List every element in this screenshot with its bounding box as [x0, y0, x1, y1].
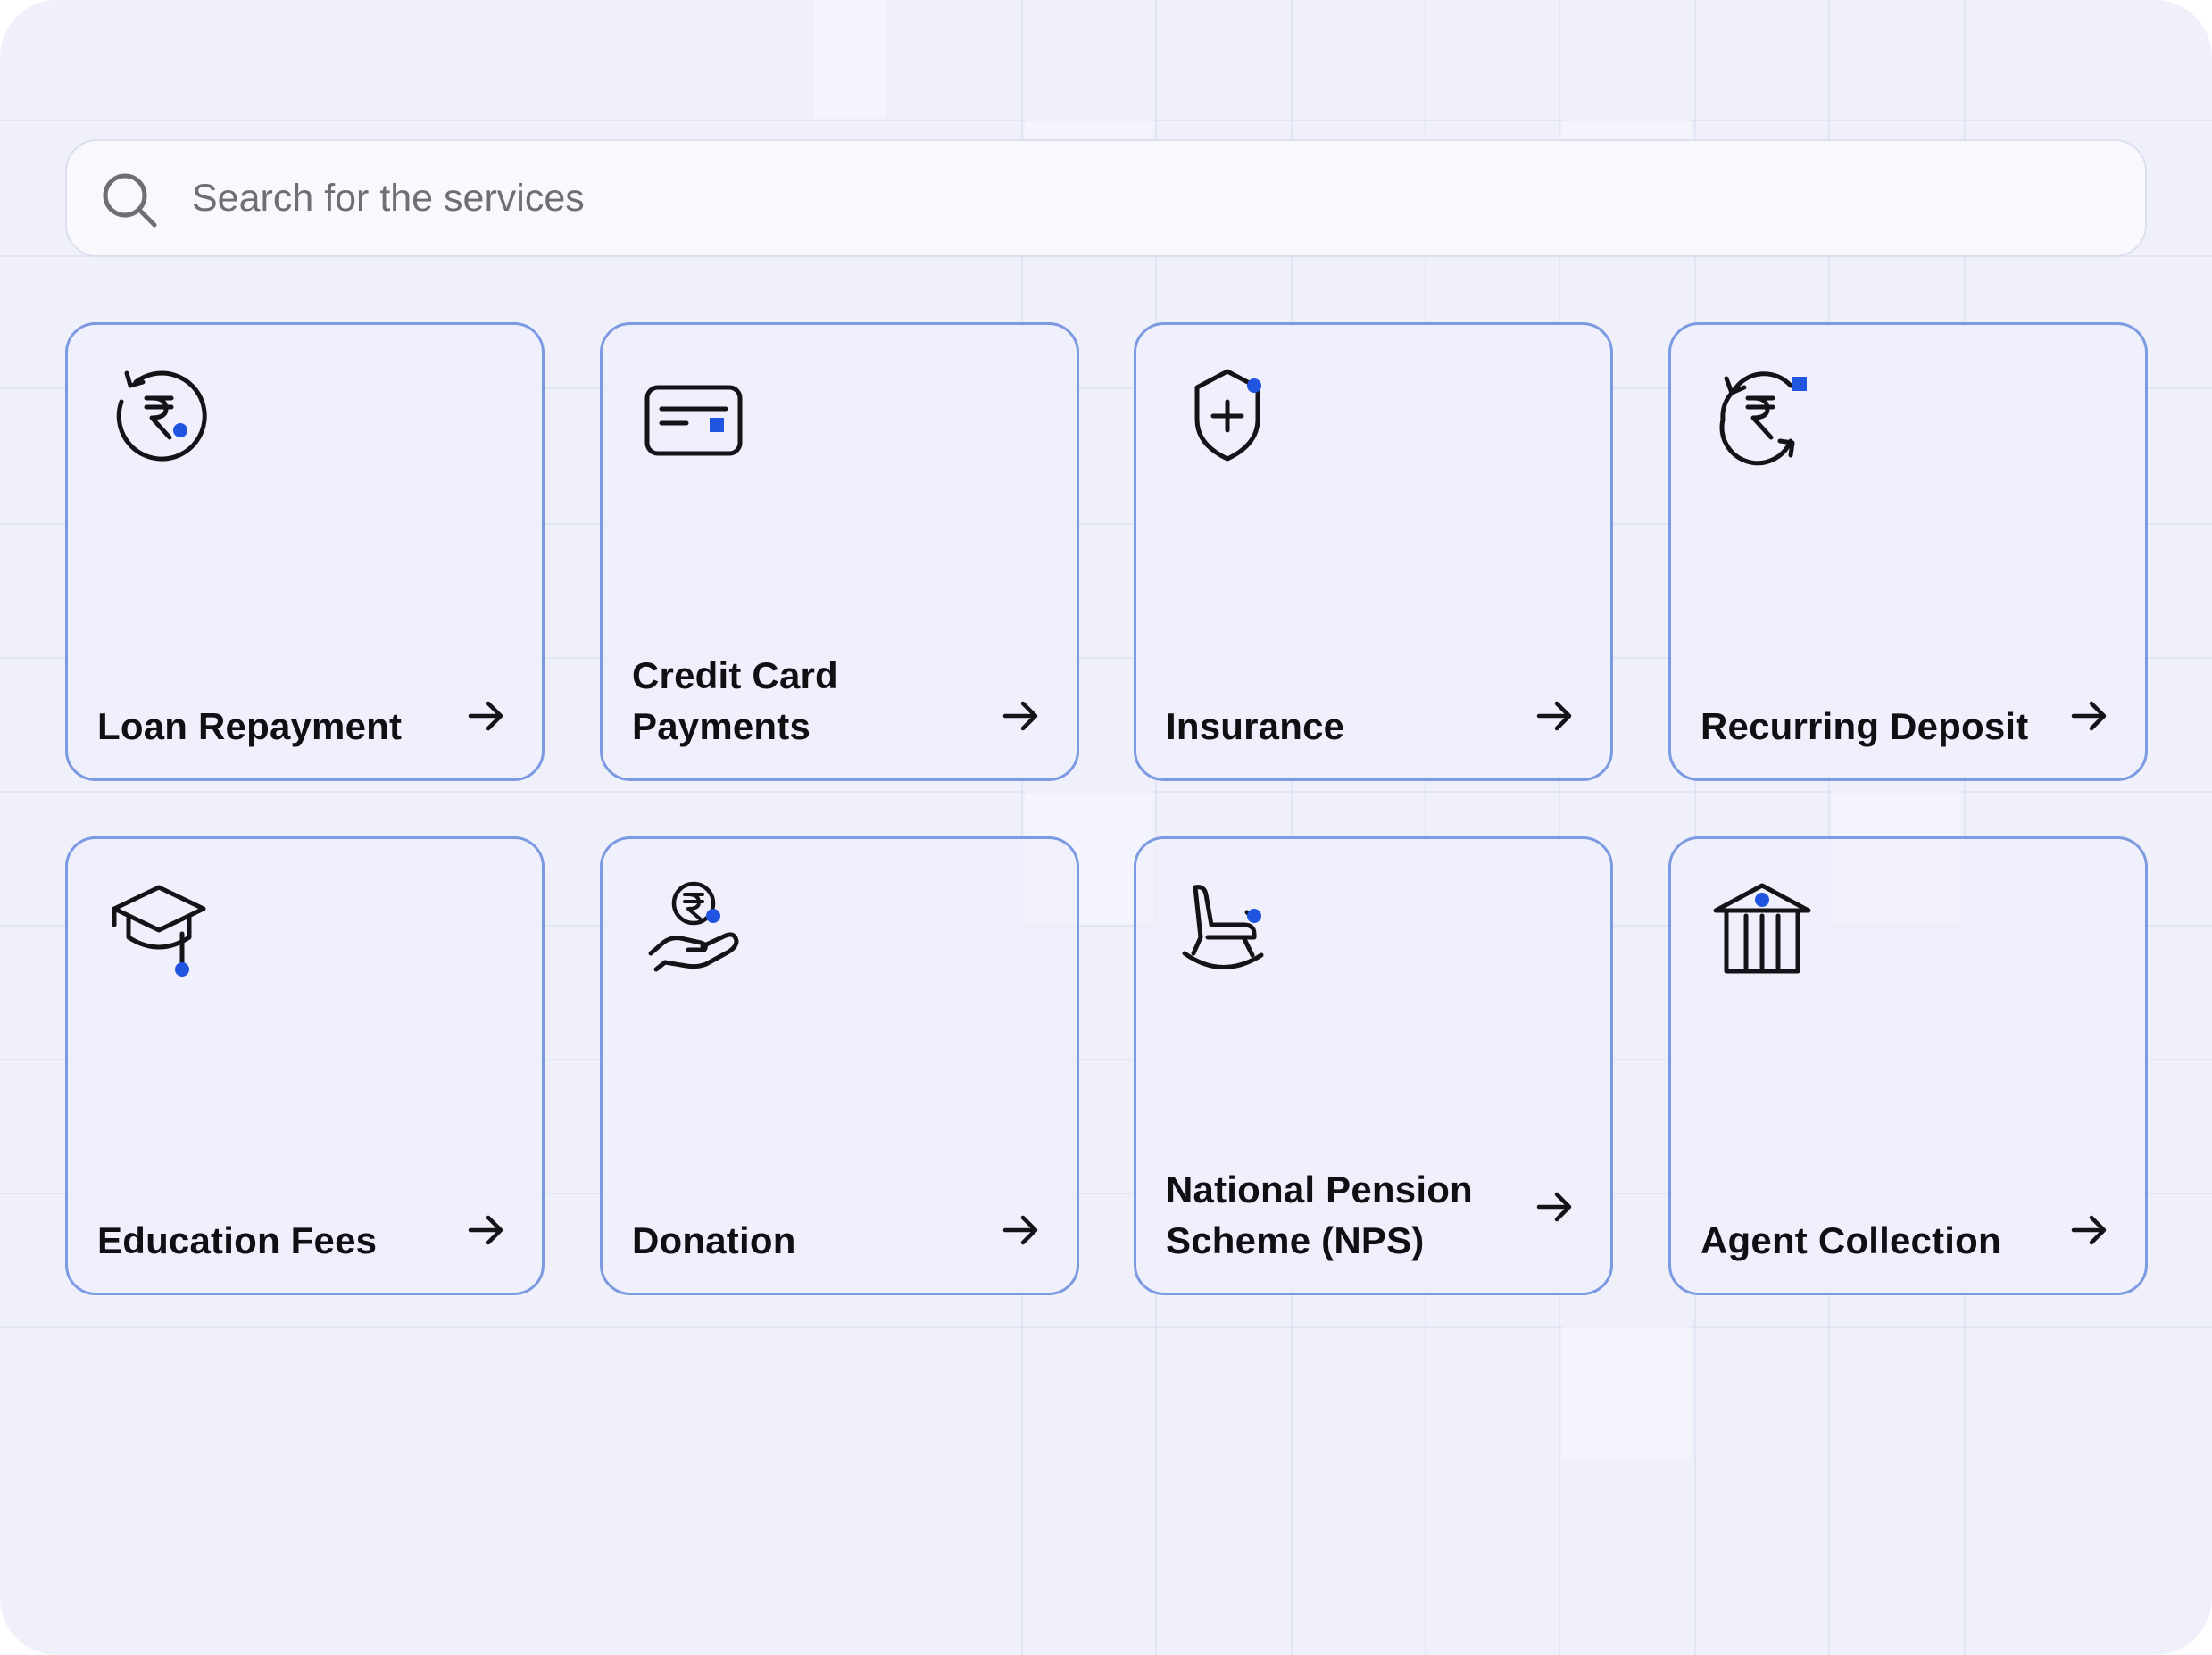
arrow-right-icon[interactable] [1535, 1187, 1575, 1227]
service-card-nps[interactable]: National Pension Scheme (NPS) [1134, 836, 1613, 1295]
service-label: Recurring Deposit [1701, 705, 2029, 747]
service-card-loan-repayment[interactable]: Loan Repayment [65, 322, 545, 781]
service-label: Donation [632, 1219, 796, 1261]
hand-rupee-icon [648, 881, 739, 972]
service-card-education-fees[interactable]: Education Fees [65, 836, 545, 1295]
arrow-right-icon[interactable] [1002, 1210, 1041, 1250]
arrow-right-icon[interactable] [1002, 696, 1041, 736]
service-label: Agent Collection [1701, 1219, 2001, 1261]
shield-plus-icon [1194, 369, 1261, 462]
credit-card-icon [644, 385, 743, 456]
rupee-refresh-icon [116, 370, 207, 462]
service-card-donation[interactable]: Donation [600, 836, 1079, 1295]
arrow-right-icon[interactable] [1535, 696, 1575, 736]
rupee-cycle-icon [1719, 371, 1807, 466]
services-panel: Loan Repayment Credit Card Payments Insu… [0, 0, 2212, 1655]
service-label: Credit Card Payments [632, 654, 838, 747]
search-icon [103, 173, 157, 228]
service-card-recurring-deposit[interactable]: Recurring Deposit [1668, 322, 2148, 781]
arrow-right-icon[interactable] [467, 1210, 506, 1250]
arrow-right-icon[interactable] [2070, 696, 2109, 736]
service-card-credit-card-payments[interactable]: Credit Card Payments [600, 322, 1079, 781]
service-label: Education Fees [97, 1219, 378, 1261]
service-label: National Pension Scheme (NPS) [1166, 1168, 1473, 1261]
rocking-chair-icon [1182, 885, 1264, 969]
graduation-cap-icon [112, 885, 206, 977]
service-label: Loan Repayment [97, 705, 403, 747]
search-bar[interactable] [65, 139, 2147, 257]
arrow-right-icon[interactable] [467, 696, 506, 736]
arrow-right-icon[interactable] [2070, 1210, 2109, 1250]
service-card-insurance[interactable]: Insurance [1134, 322, 1613, 781]
service-card-agent-collection[interactable]: Agent Collection [1668, 836, 2148, 1295]
service-label: Insurance [1166, 705, 1345, 747]
bank-icon [1713, 883, 1811, 974]
search-input[interactable] [192, 166, 2066, 230]
